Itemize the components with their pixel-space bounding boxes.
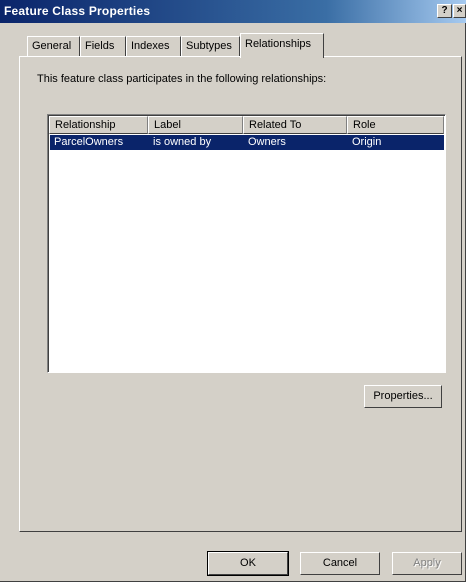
tab-general[interactable]: General xyxy=(27,36,80,56)
help-button[interactable]: ? xyxy=(437,4,452,18)
relationships-list-body: Relationship Label Related To Role Parce… xyxy=(48,115,445,372)
properties-button[interactable]: Properties... xyxy=(364,385,442,408)
tab-indexes-label: Indexes xyxy=(131,40,170,52)
column-header-relationship-label: Relationship xyxy=(55,119,116,131)
tab-relationships-label: Relationships xyxy=(245,38,312,50)
relationships-intro-text: This feature class participates in the f… xyxy=(37,73,327,85)
relationships-list[interactable]: Relationship Label Related To Role Parce… xyxy=(47,114,446,373)
title-bar[interactable]: Feature Class Properties ? × xyxy=(0,0,466,23)
cell-relationship: ParcelOwners xyxy=(54,136,124,148)
cancel-button-label: Cancel xyxy=(322,557,358,569)
tab-relationships[interactable]: Relationships xyxy=(240,33,324,58)
cell-related-to: Owners xyxy=(248,136,286,148)
close-icon: × xyxy=(456,5,463,16)
relationship-row-parcelowners[interactable]: ParcelOwners is owned by Owners Origin xyxy=(50,135,444,150)
cell-role: Origin xyxy=(352,136,382,148)
tab-fields-label: Fields xyxy=(85,40,115,52)
tab-fields[interactable]: Fields xyxy=(80,36,126,56)
tab-general-label: General xyxy=(32,40,72,52)
feature-class-properties-dialog: Feature Class Properties ? × General Fie… xyxy=(0,0,466,582)
window-title: Feature Class Properties xyxy=(4,4,151,18)
close-button[interactable]: × xyxy=(453,4,466,18)
apply-button-label: Apply xyxy=(413,557,441,569)
tab-subtypes-label: Subtypes xyxy=(186,40,232,52)
column-header-label[interactable]: Label xyxy=(148,116,243,134)
column-header-label-label: Label xyxy=(154,119,181,131)
tab-subtypes[interactable]: Subtypes xyxy=(181,36,240,56)
column-header-related-to-label: Related To xyxy=(249,119,302,131)
tab-indexes[interactable]: Indexes xyxy=(126,36,181,56)
column-header-role[interactable]: Role xyxy=(347,116,444,134)
column-header-role-label: Role xyxy=(353,119,376,131)
cancel-button[interactable]: Cancel xyxy=(300,552,380,575)
help-icon: ? xyxy=(441,5,448,16)
ok-button-label: OK xyxy=(240,557,256,569)
cell-label: is owned by xyxy=(153,136,212,148)
properties-button-label: Properties... xyxy=(373,390,433,402)
column-header-relationship[interactable]: Relationship xyxy=(49,116,148,134)
ok-button[interactable]: OK xyxy=(207,551,289,576)
column-header-related-to[interactable]: Related To xyxy=(243,116,347,134)
apply-button[interactable]: Apply xyxy=(392,552,462,575)
